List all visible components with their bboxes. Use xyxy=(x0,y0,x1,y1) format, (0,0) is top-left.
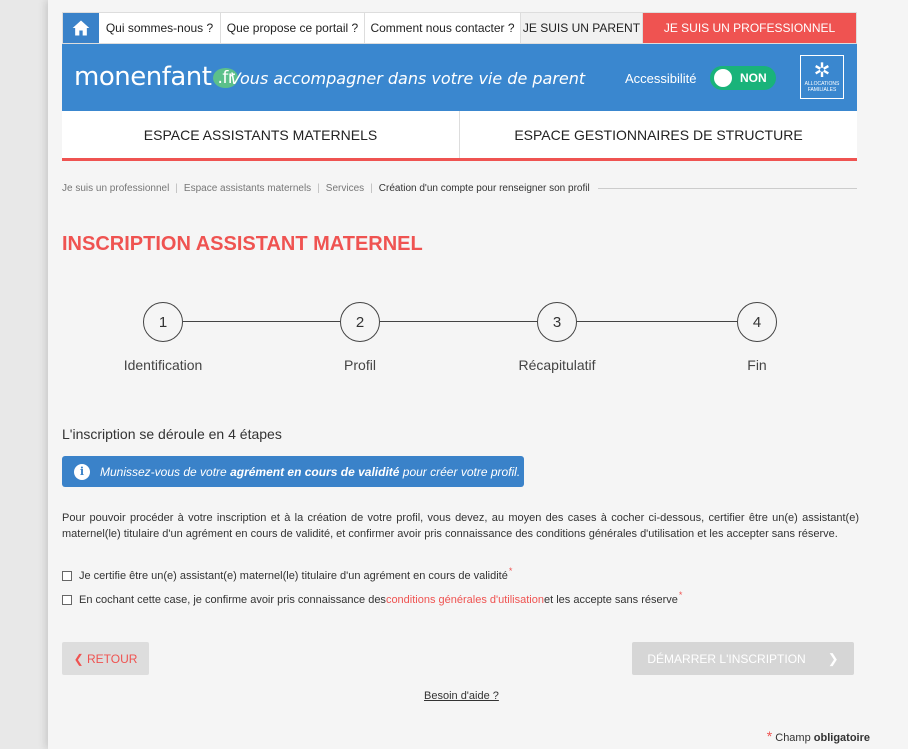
breadcrumb-item[interactable]: Services xyxy=(326,183,364,194)
accessibility-label: Accessibilité xyxy=(625,71,697,86)
step-connector xyxy=(380,321,537,322)
required-note-text: Champ xyxy=(772,732,814,744)
chevron-right-icon: ❯ xyxy=(827,650,839,666)
start-button-label: DÉMARRER L'INSCRIPTION xyxy=(647,651,806,666)
breadcrumb-item[interactable]: Espace assistants maternels xyxy=(184,183,311,194)
page-title: INSCRIPTION ASSISTANT MATERNEL xyxy=(62,233,423,255)
step-4-label: Fin xyxy=(747,357,767,373)
toggle-knob xyxy=(714,69,732,87)
info-text: Munissez-vous de votre agrément en cours… xyxy=(100,465,520,479)
tab-gestionnaires-structure[interactable]: ESPACE GESTIONNAIRES DE STRUCTURE xyxy=(459,111,857,158)
registration-stepper: 1 2 3 4 Identification Profil Récapitula… xyxy=(62,300,857,380)
step-1-circle: 1 xyxy=(143,302,183,342)
step-4-circle: 4 xyxy=(737,302,777,342)
logo-text: monenfant xyxy=(74,62,212,92)
start-registration-button[interactable]: DÉMARRER L'INSCRIPTION ❯ xyxy=(632,642,854,675)
breadcrumb-separator: | xyxy=(317,183,320,194)
cgu-checkbox[interactable] xyxy=(62,595,72,605)
cgu-checkbox-row[interactable]: En cochant cette case, je confirme avoir… xyxy=(62,590,682,606)
cgu-label-start: En cochant cette case, je confirme avoir… xyxy=(79,594,386,606)
steps-subtitle: L'inscription se déroule en 4 étapes xyxy=(62,426,282,442)
required-note-bold: obligatoire xyxy=(813,732,870,744)
home-icon xyxy=(72,20,90,36)
nav-link-contact[interactable]: Comment nous contacter ? xyxy=(365,13,521,43)
back-button[interactable]: ❮ RETOUR xyxy=(62,642,149,675)
certify-checkbox[interactable] xyxy=(62,571,72,581)
site-tagline: Vous accompagner dans votre vie de paren… xyxy=(230,69,586,88)
certify-checkbox-row[interactable]: Je certifie être un(e) assistant(e) mate… xyxy=(62,566,512,582)
step-2-circle: 2 xyxy=(340,302,380,342)
caf-caption: ALLOCATIONS FAMILIALES xyxy=(804,81,840,93)
professional-space-link[interactable]: JE SUIS UN PROFESSIONNEL xyxy=(643,13,856,43)
info-text-end: pour créer votre profil. xyxy=(399,464,521,479)
breadcrumb-separator: | xyxy=(175,183,178,194)
step-1-label: Identification xyxy=(123,357,203,373)
tab-assistants-maternels[interactable]: ESPACE ASSISTANTS MATERNELS xyxy=(62,111,459,158)
chevron-left-icon: ❮ xyxy=(73,651,84,666)
cgu-label-end: et les accepte sans réserve xyxy=(543,594,678,606)
breadcrumb-item[interactable]: Je suis un professionnel xyxy=(62,183,169,194)
required-field-note: * Champ obligatoire xyxy=(767,728,870,744)
step-3-circle: 3 xyxy=(537,302,577,342)
nav-link-portal[interactable]: Que propose ce portail ? xyxy=(221,13,365,43)
space-tabs: ESPACE ASSISTANTS MATERNELS ESPACE GESTI… xyxy=(62,111,857,161)
step-connector xyxy=(183,321,340,322)
nav-link-about[interactable]: Qui sommes-nous ? xyxy=(99,13,221,43)
toggle-value: NON xyxy=(740,71,767,85)
breadcrumb-current: Création d'un compte pour renseigner son… xyxy=(378,183,590,194)
accessibility-toggle[interactable]: NON xyxy=(710,66,776,90)
required-mark: * xyxy=(678,590,683,600)
certify-label: Je certifie être un(e) assistant(e) mate… xyxy=(79,570,508,582)
info-icon: i xyxy=(74,463,90,480)
step-3-label: Récapitulatif xyxy=(518,357,596,373)
cgu-link[interactable]: conditions générales d'utilisation xyxy=(386,594,544,606)
info-text-bold: agrément en cours de validité xyxy=(230,464,400,479)
home-button[interactable] xyxy=(63,13,99,43)
help-link[interactable]: Besoin d'aide ? xyxy=(424,690,499,702)
instructions-paragraph: Pour pouvoir procéder à votre inscriptio… xyxy=(62,512,859,540)
back-button-label: RETOUR xyxy=(86,651,138,666)
breadcrumb-separator: | xyxy=(370,183,373,194)
info-text-start: Munissez-vous de votre xyxy=(100,464,231,479)
caf-emblem-icon: ✲ xyxy=(813,60,831,82)
caf-logo: ✲ ALLOCATIONS FAMILIALES xyxy=(800,55,844,99)
site-logo[interactable]: monenfant .fr xyxy=(74,62,239,92)
header-banner: monenfant .fr Vous accompagner dans votre… xyxy=(62,44,857,111)
parent-space-link[interactable]: JE SUIS UN PARENT xyxy=(521,13,643,43)
step-connector xyxy=(577,321,737,322)
top-navigation: Qui sommes-nous ? Que propose ce portail… xyxy=(62,12,857,44)
info-banner: i Munissez-vous de votre agrément en cou… xyxy=(62,456,524,487)
step-2-label: Profil xyxy=(344,357,376,373)
required-mark: * xyxy=(508,566,513,576)
breadcrumb: Je suis un professionnel | Espace assist… xyxy=(62,183,857,194)
breadcrumb-divider xyxy=(597,188,857,189)
